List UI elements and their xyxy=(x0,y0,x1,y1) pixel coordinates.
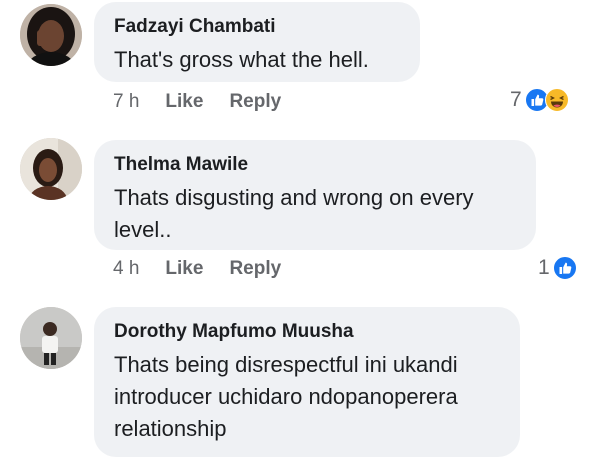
avatar[interactable] xyxy=(20,4,82,66)
comment-timestamp[interactable]: 7 h xyxy=(113,91,139,113)
avatar[interactable] xyxy=(20,307,82,369)
comment-text: That's gross what the hell. xyxy=(114,47,369,72)
comment-text-line: introducer uchidaro ndopanoperera xyxy=(114,384,458,409)
comment-author[interactable]: Dorothy Mapfumo Muusha xyxy=(114,321,502,343)
reaction-summary[interactable]: 7 xyxy=(510,88,569,112)
reply-button[interactable]: Reply xyxy=(229,258,281,280)
reaction-count: 7 xyxy=(510,88,522,111)
comment-item: Fadzayi Chambati That's gross what the h… xyxy=(0,0,600,120)
reply-button[interactable]: Reply xyxy=(229,91,281,113)
comment-author[interactable]: Thelma Mawile xyxy=(114,154,518,176)
comment-actions: 7 h Like Reply xyxy=(113,91,307,113)
comment-text-line: Thats being disrespectful ini ukandi xyxy=(114,352,458,377)
haha-icon xyxy=(544,88,569,112)
reaction-summary[interactable]: 1 xyxy=(538,256,577,280)
comment-bubble: Fadzayi Chambati That's gross what the h… xyxy=(94,2,420,82)
comment-text-line: Thats disgusting and wrong on every xyxy=(114,185,474,210)
comment-actions: 4 h Like Reply xyxy=(113,258,307,280)
comment-bubble: Dorothy Mapfumo Muusha Thats being disre… xyxy=(94,307,520,457)
reaction-count: 1 xyxy=(538,256,550,279)
avatar[interactable] xyxy=(20,138,82,200)
comment-author[interactable]: Fadzayi Chambati xyxy=(114,16,402,38)
like-button[interactable]: Like xyxy=(165,91,203,113)
comment-text-line: level.. xyxy=(114,217,172,242)
like-button[interactable]: Like xyxy=(165,258,203,280)
comment-timestamp[interactable]: 4 h xyxy=(113,258,139,280)
comment-item: Thelma Mawile Thats disgusting and wrong… xyxy=(0,130,600,290)
comment-bubble: Thelma Mawile Thats disgusting and wrong… xyxy=(94,140,536,250)
like-icon xyxy=(552,256,577,280)
comment-item: Dorothy Mapfumo Muusha Thats being disre… xyxy=(0,300,600,457)
comment-text-line: relationship xyxy=(114,416,227,441)
